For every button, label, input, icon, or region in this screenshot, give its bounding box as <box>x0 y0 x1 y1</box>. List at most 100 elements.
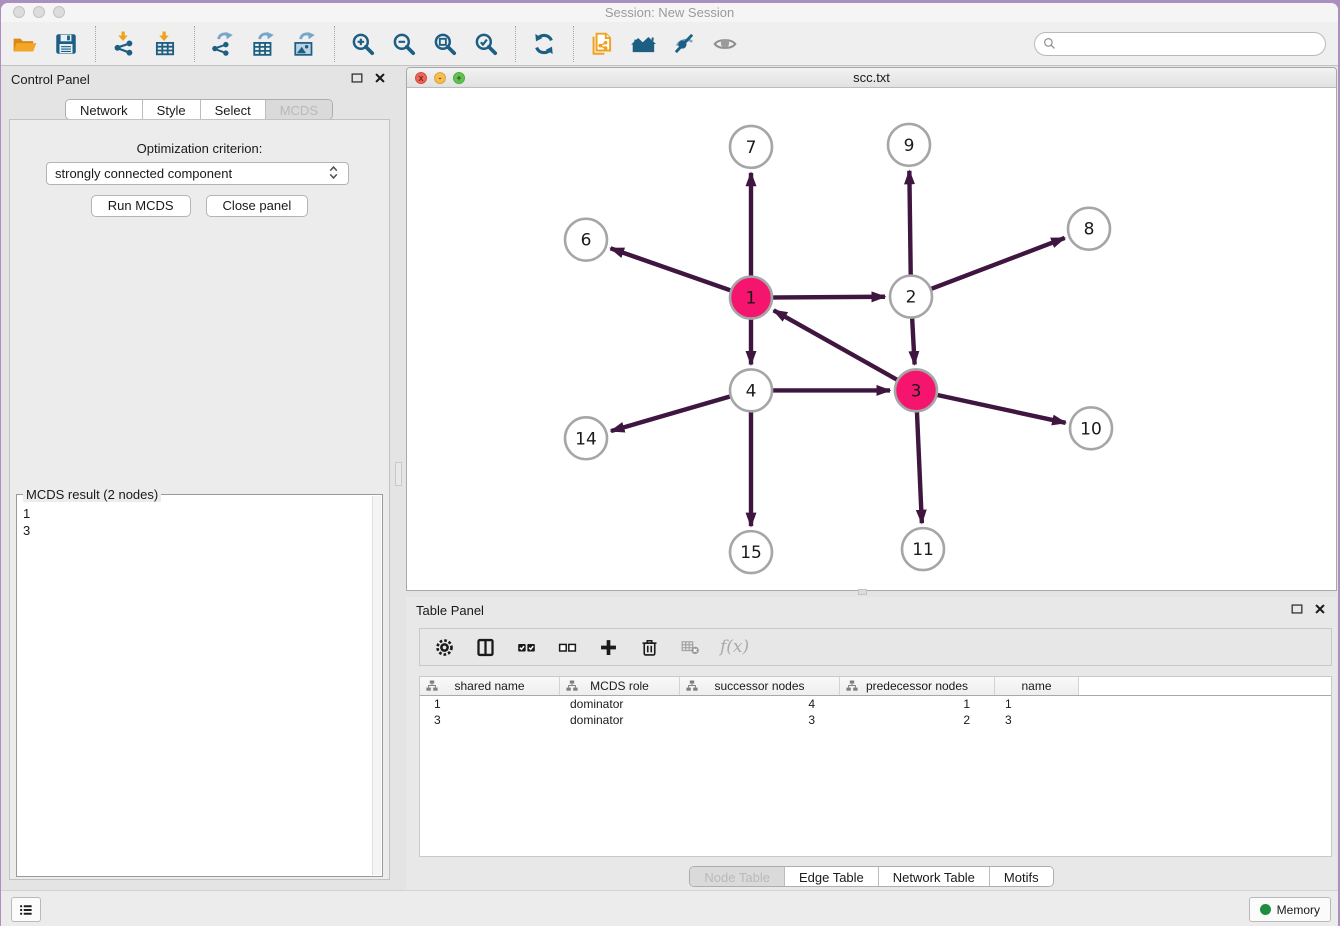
edge-1-6[interactable] <box>611 248 751 297</box>
column-label: MCDS role <box>590 679 649 693</box>
graph-node-4[interactable]: 4 <box>730 369 772 411</box>
add-row-icon[interactable] <box>597 636 619 658</box>
cell-successor-nodes[interactable]: 4 <box>680 696 840 712</box>
column-header-name[interactable]: name <box>995 677 1079 695</box>
tab-network-table[interactable]: Network Table <box>879 867 990 886</box>
column-header-successor-nodes[interactable]: successor nodes <box>680 677 840 695</box>
export-network-icon[interactable] <box>209 30 237 58</box>
tab-mcds[interactable]: MCDS <box>266 100 332 119</box>
edge-3-10[interactable] <box>916 390 1066 422</box>
tab-motifs[interactable]: Motifs <box>990 867 1053 886</box>
close-table-panel-icon[interactable] <box>1313 602 1327 616</box>
task-history-button[interactable] <box>11 897 41 922</box>
vertical-splitter-handle[interactable] <box>395 462 402 486</box>
table-row[interactable]: 3dominator323 <box>420 712 1331 728</box>
column-label: shared name <box>454 679 524 693</box>
svg-text:7: 7 <box>746 138 757 158</box>
graph-node-15[interactable]: 15 <box>730 531 772 573</box>
statusbar: Memory <box>1 890 1338 926</box>
home-icon[interactable] <box>629 30 657 58</box>
column-header-MCDS-role[interactable]: MCDS role <box>560 677 680 695</box>
tab-select[interactable]: Select <box>201 100 266 119</box>
tab-edge-table[interactable]: Edge Table <box>785 867 879 886</box>
search-input-container[interactable] <box>1034 32 1326 56</box>
list-icon <box>17 901 35 919</box>
network-canvas[interactable]: 1 2 3 4 6 7 8 9 10 11 14 15 <box>407 88 1336 590</box>
column-header-predecessor-nodes[interactable]: predecessor nodes <box>840 677 995 695</box>
cell-MCDS-role[interactable]: dominator <box>560 696 680 712</box>
graph-node-2[interactable]: 2 <box>890 276 932 318</box>
tab-style[interactable]: Style <box>143 100 201 119</box>
table-row[interactable]: 1dominator411 <box>420 696 1331 712</box>
column-label: name <box>1021 679 1051 693</box>
svg-text:6: 6 <box>581 231 592 251</box>
edge-2-8[interactable] <box>911 238 1065 297</box>
network-view-window: x-+ scc.txt 1 2 3 4 6 7 8 9 10 11 14 15 <box>406 67 1337 591</box>
edge-3-1[interactable] <box>774 310 916 390</box>
delete-rows-icon[interactable] <box>638 636 660 658</box>
column-header-shared-name[interactable]: shared name <box>420 677 560 695</box>
float-panel-icon[interactable] <box>350 71 364 85</box>
toolbar-separator <box>334 26 335 62</box>
graph-node-7[interactable]: 7 <box>730 126 772 168</box>
cell-name[interactable]: 3 <box>995 712 1079 728</box>
cell-shared-name[interactable]: 3 <box>420 712 560 728</box>
zoom-out-icon[interactable] <box>390 30 418 58</box>
graph-node-14[interactable]: 14 <box>565 417 607 459</box>
mcds-result-text[interactable]: 1 3 <box>18 503 371 875</box>
memory-button[interactable]: Memory <box>1249 897 1331 922</box>
cell-shared-name[interactable]: 1 <box>420 696 560 712</box>
refresh-layout-icon[interactable] <box>530 30 558 58</box>
memory-status-icon <box>1260 904 1271 915</box>
hide-display-icon[interactable] <box>670 30 698 58</box>
show-display-icon[interactable] <box>711 30 739 58</box>
zoom-in-icon[interactable] <box>349 30 377 58</box>
cell-predecessor-nodes[interactable]: 1 <box>840 696 995 712</box>
graph-node-9[interactable]: 9 <box>888 124 930 166</box>
network-window-titlebar[interactable]: x-+ scc.txt <box>407 68 1336 88</box>
zoom-selected-icon[interactable] <box>472 30 500 58</box>
svg-text:3: 3 <box>911 381 922 401</box>
graph-node-3[interactable]: 3 <box>895 369 937 411</box>
search-input[interactable] <box>1061 37 1325 51</box>
cell-name[interactable]: 1 <box>995 696 1079 712</box>
graph-node-10[interactable]: 10 <box>1070 407 1112 449</box>
tab-node-table[interactable]: Node Table <box>690 867 785 886</box>
float-table-panel-icon[interactable] <box>1290 602 1304 616</box>
close-panel-button[interactable]: Close panel <box>206 195 309 217</box>
control-panel: Control Panel NetworkStyleSelectMCDS Opt… <box>1 66 397 883</box>
import-network-icon[interactable] <box>110 30 138 58</box>
optimization-criterion-value: strongly connected component <box>55 166 232 181</box>
select-all-icon[interactable] <box>515 636 537 658</box>
toggle-columns-icon[interactable] <box>474 636 496 658</box>
run-mcds-button[interactable]: Run MCDS <box>91 195 191 217</box>
hierarchy-icon <box>686 680 698 692</box>
deselect-all-icon[interactable] <box>556 636 578 658</box>
new-network-icon[interactable] <box>588 30 616 58</box>
main-toolbar <box>1 22 1338 66</box>
import-table-icon[interactable] <box>151 30 179 58</box>
graph-node-1[interactable]: 1 <box>730 277 772 319</box>
cell-successor-nodes[interactable]: 3 <box>680 712 840 728</box>
export-table-icon[interactable] <box>250 30 278 58</box>
optimization-criterion-select[interactable]: strongly connected component <box>46 162 349 185</box>
svg-text:9: 9 <box>904 136 915 156</box>
cell-MCDS-role[interactable]: dominator <box>560 712 680 728</box>
tab-network[interactable]: Network <box>66 100 143 119</box>
result-scrollbar[interactable] <box>372 496 381 875</box>
open-file-icon[interactable] <box>11 30 39 58</box>
graph-node-6[interactable]: 6 <box>565 219 607 261</box>
horizontal-splitter-handle[interactable] <box>858 589 867 595</box>
table-panel-title: Table Panel <box>416 603 484 618</box>
node-table: shared name MCDS role successor nodesprede… <box>419 676 1332 857</box>
zoom-fit-icon[interactable] <box>431 30 459 58</box>
close-panel-icon[interactable] <box>373 71 387 85</box>
graph-node-11[interactable]: 11 <box>902 528 944 570</box>
header-filler <box>1079 677 1331 695</box>
save-session-icon[interactable] <box>52 30 80 58</box>
export-image-icon[interactable] <box>291 30 319 58</box>
hierarchy-icon <box>426 680 438 692</box>
settings-gear-icon[interactable] <box>433 636 455 658</box>
cell-predecessor-nodes[interactable]: 2 <box>840 712 995 728</box>
graph-node-8[interactable]: 8 <box>1068 208 1110 250</box>
